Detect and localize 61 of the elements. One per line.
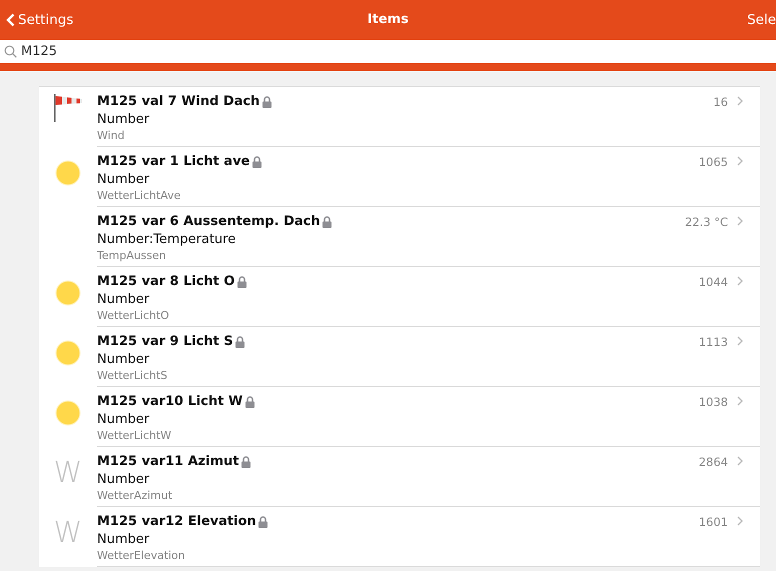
item-label: M125 var 8 Licht O — [97, 274, 235, 289]
item-state: 1038 — [698, 394, 728, 411]
item-label: M125 var11 Azimut — [97, 454, 239, 469]
item-name: WetterElevation — [97, 549, 186, 562]
item-label: M125 var10 Licht W — [97, 394, 243, 409]
item-row[interactable]: W M125 var12 Elevation Number WetterElevation 1601 — [39, 507, 760, 567]
item-type: Number:Temperature — [97, 231, 237, 249]
item-row[interactable]: M125 var 6 Aussentemp. Dach Number:Temperature TempAussen 22.3 °C — [39, 207, 760, 267]
item-name: WetterLichtO — [97, 309, 170, 322]
back-button[interactable]: Settings — [0, 6, 80, 32]
item-state: 16 — [713, 94, 728, 111]
item-name: WetterLichtW — [97, 429, 172, 442]
item-name: Wind — [97, 129, 126, 142]
search-icon — [4, 45, 17, 58]
letter-icon: W — [54, 458, 82, 507]
chevron-icon — [737, 456, 743, 466]
item-row[interactable]: M125 var 9 Licht S Number WetterLichtS 1113 — [39, 327, 760, 387]
item-row[interactable]: M125 var 8 Licht O Number WetterLichtO 1044 — [39, 267, 760, 327]
item-row[interactable]: W M125 var11 Azimut Number WetterAzimut 2864 — [39, 447, 760, 507]
sun-icon — [55, 160, 81, 186]
item-name: WetterLichtAve — [97, 189, 182, 202]
item-name: TempAussen — [97, 249, 168, 262]
item-label: M125 var 6 Aussentemp. Dach — [97, 214, 320, 229]
item-state: 1601 — [698, 514, 728, 531]
sun-icon — [55, 400, 81, 426]
item-label: M125 val 7 Wind Dach — [97, 94, 260, 109]
item-state: 1065 — [698, 154, 728, 171]
chevron-icon — [737, 396, 743, 406]
windsock-icon — [53, 93, 83, 123]
item-type: Number — [97, 471, 150, 489]
item-row[interactable]: M125 val 7 Wind Dach Number Wind 16 — [39, 87, 760, 147]
item-state: 22.3 °C — [684, 214, 728, 231]
item-row[interactable]: M125 var 1 Licht ave Number WetterLichtAve 1065 — [39, 147, 760, 207]
item-name: WetterAzimut — [97, 489, 174, 502]
back-chevron-icon — [6, 12, 15, 26]
chevron-icon — [737, 276, 743, 286]
item-name: WetterLichtS — [97, 369, 168, 382]
chevron-icon — [737, 216, 743, 226]
sun-icon — [55, 340, 81, 366]
item-label: M125 var 9 Licht S — [97, 334, 234, 349]
chevron-icon — [737, 336, 743, 346]
chevron-icon — [737, 156, 743, 166]
item-state: 1113 — [698, 334, 728, 351]
item-row[interactable]: M125 var10 Licht W Number WetterLichtW 1038 — [39, 387, 760, 447]
search-field[interactable]: M125 — [0, 40, 776, 63]
item-type: Number — [97, 351, 150, 369]
item-label: M125 var 1 Licht ave — [97, 154, 250, 169]
item-label: M125 var12 Elevation — [97, 514, 256, 529]
item-type: Number — [97, 291, 150, 309]
chevron-icon — [737, 96, 743, 106]
chevron-icon — [737, 516, 743, 526]
page-title: Items — [367, 12, 409, 27]
item-state: 1044 — [698, 274, 728, 291]
sun-icon — [55, 280, 81, 306]
item-type: Number — [97, 531, 150, 549]
letter-icon: W — [54, 518, 82, 567]
item-type: Number — [97, 111, 150, 129]
item-type: Number — [97, 411, 150, 429]
select-button[interactable]: Sele — [747, 12, 776, 28]
item-type: Number — [97, 171, 150, 189]
item-state: 2864 — [698, 454, 728, 471]
